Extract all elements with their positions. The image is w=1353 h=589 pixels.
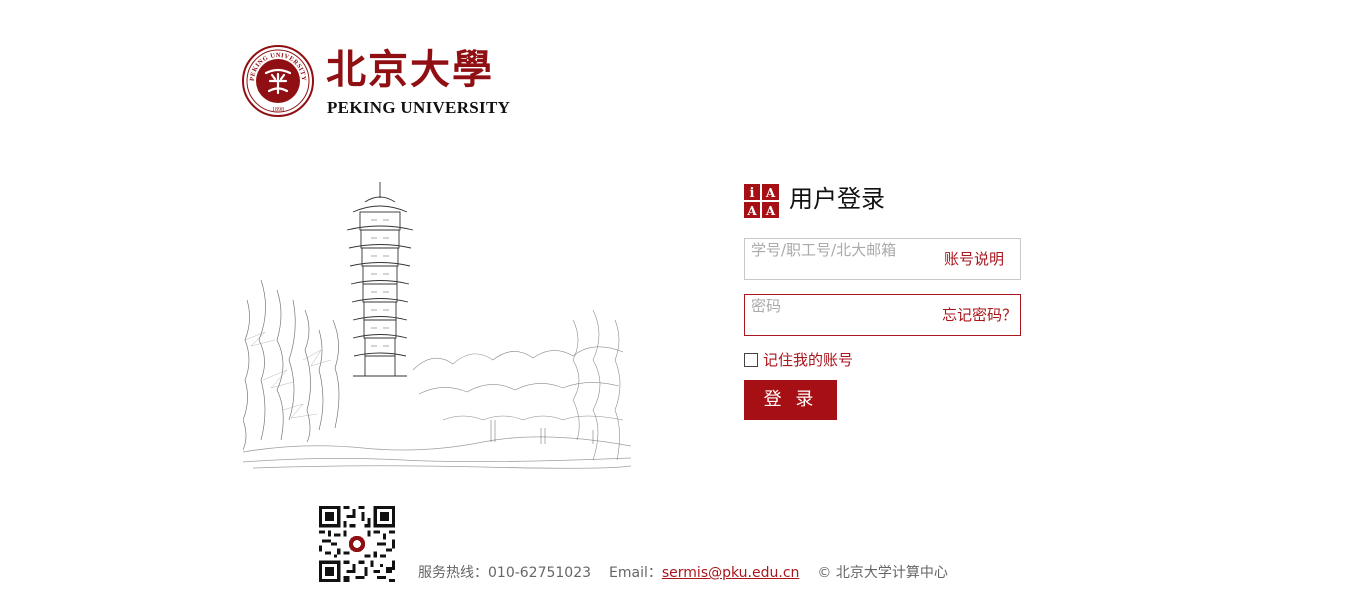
- boya-pagoda-sketch-image: [243, 182, 631, 469]
- account-help-link[interactable]: 账号说明: [944, 249, 1004, 269]
- remember-account-row[interactable]: 记住我的账号: [744, 350, 853, 370]
- email-link[interactable]: sermis@pku.edu.cn: [662, 565, 800, 581]
- hotline-label: 服务热线：: [418, 565, 488, 581]
- emblem-year: 1898: [272, 107, 284, 113]
- password-field-container: 忘记密码？: [744, 294, 1021, 336]
- svg-text:A: A: [765, 186, 776, 200]
- password-input[interactable]: [745, 295, 925, 335]
- username-input[interactable]: [745, 239, 925, 279]
- remember-account-checkbox[interactable]: [744, 353, 758, 367]
- forgot-password-link[interactable]: 忘记密码？: [942, 305, 1017, 325]
- username-field-container: 账号说明: [744, 238, 1021, 280]
- login-title: 用户登录: [789, 185, 885, 213]
- login-button[interactable]: 登 录: [744, 380, 837, 420]
- university-name-chinese: 北京大學: [326, 46, 494, 93]
- footer-info: 服务热线：010-62751023 Email：sermis@pku.edu.cn…: [418, 563, 948, 583]
- university-name-english: PEKING UNIVERSITY: [327, 98, 511, 117]
- copyright-text: © 北京大学计算中心: [817, 565, 948, 581]
- email-label: Email：: [609, 565, 662, 581]
- svg-text:A: A: [765, 204, 776, 218]
- pku-emblem-logo: PEKING UNIVERSITY 1898: [242, 45, 314, 117]
- hotline-number: 010-62751023: [488, 565, 592, 581]
- qr-code-icon: [319, 506, 395, 582]
- remember-account-label[interactable]: 记住我的账号: [763, 350, 853, 370]
- iaaa-icon: i A A A: [744, 184, 779, 218]
- svg-text:i: i: [750, 186, 755, 201]
- svg-text:A: A: [746, 204, 757, 218]
